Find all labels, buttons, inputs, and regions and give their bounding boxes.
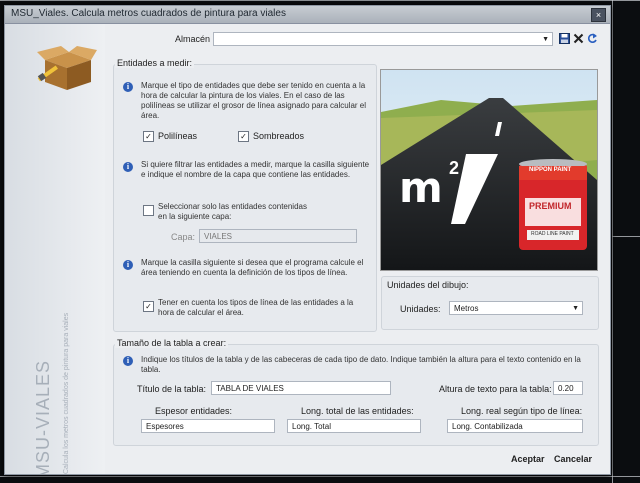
- product-subtitle: Calcula los metros cuadrados de pintura …: [63, 312, 70, 474]
- almacen-select[interactable]: ▼: [213, 32, 553, 46]
- sombreados-label: Sombreados: [253, 131, 305, 141]
- unidades-value: Metros: [454, 304, 479, 313]
- almacen-label: Almacén: [175, 34, 211, 44]
- col3-input[interactable]: Long. Contabilizada: [447, 419, 583, 433]
- titulo-input[interactable]: TABLA DE VIALES: [211, 381, 391, 395]
- info-icon: i: [123, 356, 133, 366]
- tabla-info: Indique los títulos de la tabla y de las…: [141, 355, 581, 374]
- delete-icon[interactable]: [573, 33, 584, 44]
- chevron-down-icon: ▼: [572, 305, 579, 312]
- save-icon[interactable]: [559, 33, 570, 44]
- refresh-icon[interactable]: [587, 33, 598, 44]
- aceptar-button[interactable]: Aceptar: [511, 454, 545, 464]
- bg-line: [0, 0, 640, 1]
- cancelar-button[interactable]: Cancelar: [554, 454, 592, 464]
- polilineas-checkbox[interactable]: ✓: [143, 131, 154, 142]
- col3-label: Long. real según tipo de línea:: [461, 406, 583, 416]
- polilineas-label: Polilíneas: [158, 131, 198, 141]
- bg-line: [0, 476, 640, 477]
- m2-text: m: [399, 163, 443, 212]
- tener-label: Tener en cuenta los tipos de línea de la…: [158, 298, 354, 317]
- bg-line: [612, 236, 640, 237]
- info-icon: i: [123, 162, 133, 172]
- can-brand: NIPPON PAINT: [529, 167, 572, 173]
- tener-checkbox[interactable]: ✓: [143, 301, 154, 312]
- entidades-info-3: Marque la casilla siguiente si desea que…: [141, 258, 364, 277]
- title-bar: MSU_Viales. Calcula metros cuadrados de …: [5, 6, 610, 24]
- can-name: PREMIUM: [529, 201, 572, 211]
- chevron-down-icon: ▼: [542, 36, 549, 43]
- package-icon: [37, 46, 97, 90]
- col2-label: Long. total de las entidades:: [301, 406, 414, 416]
- titulo-label: Título de la tabla:: [137, 384, 207, 394]
- info-icon: i: [123, 82, 133, 92]
- unidades-title: Unidades del dibujo:: [387, 280, 469, 290]
- sidebar: MSU-VIALES Calcula los metros cuadrados …: [5, 24, 105, 474]
- road-paint-image: m 2 NIPPON PAINT PREMIUM ROAD LINE PAINT: [380, 69, 598, 271]
- window-title: MSU_Viales. Calcula metros cuadrados de …: [11, 8, 286, 19]
- col1-label: Espesor entidades:: [155, 406, 233, 416]
- info-icon: i: [123, 260, 133, 270]
- unidades-label: Unidades:: [400, 304, 441, 314]
- capa-input[interactable]: VIALES: [199, 229, 357, 243]
- seleccionar-label: Seleccionar solo las entidades contenida…: [158, 202, 307, 221]
- col1-input[interactable]: Espesores: [141, 419, 275, 433]
- entidades-info-2: Si quiere filtrar las entidades a medir,…: [141, 160, 370, 179]
- dialog-window: MSU_Viales. Calcula metros cuadrados de …: [4, 5, 611, 475]
- col2-input[interactable]: Long. Total: [287, 419, 421, 433]
- altura-input[interactable]: 0.20: [553, 381, 583, 395]
- can-sub: ROAD LINE PAINT: [531, 231, 574, 237]
- sombreados-checkbox[interactable]: ✓: [238, 131, 249, 142]
- entidades-info-1: Marque el tipo de entidades que debe ser…: [141, 81, 367, 120]
- seleccionar-checkbox[interactable]: [143, 205, 154, 216]
- tabla-title: Tamaño de la tabla a crear:: [115, 338, 229, 348]
- bg-line: [612, 0, 613, 483]
- close-button[interactable]: ×: [591, 8, 606, 22]
- entidades-title: Entidades a medir:: [115, 58, 195, 68]
- m2-superscript: 2: [449, 158, 460, 178]
- unidades-select[interactable]: Metros ▼: [449, 301, 583, 315]
- capa-label: Capa:: [171, 232, 196, 242]
- product-title: MSU-VIALES: [33, 359, 53, 475]
- altura-label: Altura de texto para la tabla:: [439, 384, 552, 394]
